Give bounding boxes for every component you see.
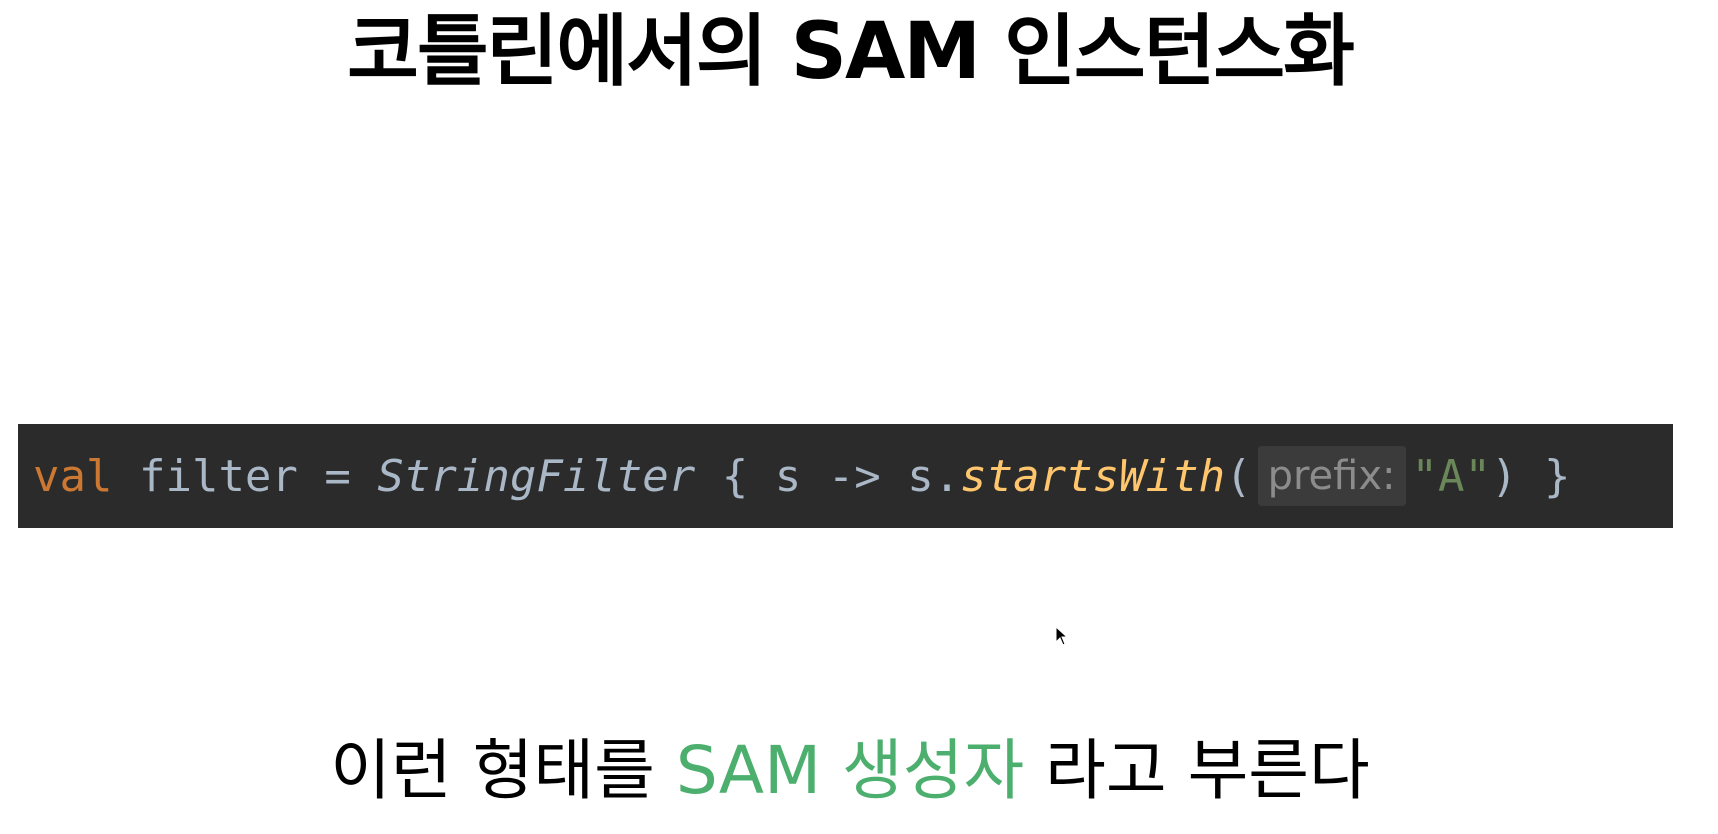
code-variable-assignment: filter =: [112, 450, 378, 502]
code-keyword-val: val: [33, 450, 113, 502]
slide-title: 코틀린에서의 SAM 인스턴스화: [347, 7, 1355, 97]
code-close: ) }: [1491, 450, 1571, 502]
caption-after: 라고 부른다: [1024, 732, 1370, 809]
code-string-literal: "A": [1411, 450, 1491, 502]
code-function-name: startsWith: [960, 450, 1226, 502]
code-type-name: StringFilter: [377, 450, 696, 502]
caption-before: 이런 형태를: [330, 732, 676, 809]
caption: 이런 형태를 SAM 생성자 라고 부른다: [0, 728, 1700, 814]
code-lambda-body: { s -> s.: [695, 450, 961, 502]
code-open-paren: (: [1225, 450, 1252, 502]
parameter-hint: prefix:: [1257, 446, 1406, 506]
mouse-pointer-icon: [1055, 626, 1069, 646]
caption-highlight: SAM 생성자: [675, 732, 1025, 809]
code-block: val filter = StringFilter { s -> s. start…: [18, 424, 1673, 528]
